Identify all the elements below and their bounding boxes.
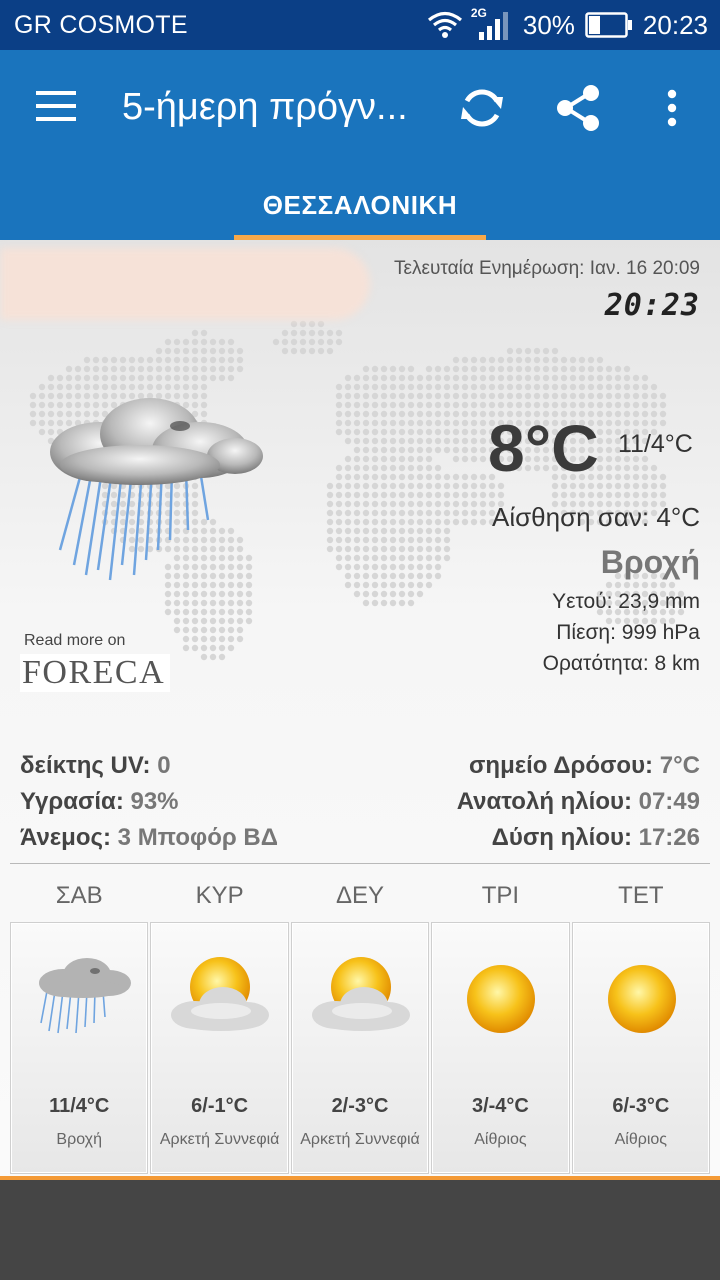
- sunrise-label: Ανατολή ηλίου:: [456, 788, 632, 815]
- visibility: Ορατότητα: 8 km: [542, 652, 700, 675]
- divider: [10, 863, 710, 864]
- forecast-day[interactable]: ΣΑΒ 11/4°C Βροχή: [10, 872, 149, 1174]
- share-button[interactable]: [548, 78, 608, 138]
- day-condition: Αίθριος: [614, 1131, 668, 1148]
- wind: Άνεμος: 3 Μποφόρ ΒΔ: [20, 820, 278, 856]
- day-condition: Αρκετή Συννεφιά: [159, 1131, 280, 1148]
- forecast-day[interactable]: ΔΕΥ 2/-3°C Αρκετή Συννεφιά: [290, 872, 430, 1174]
- rain-cloud-icon: [50, 398, 263, 581]
- refresh-icon: [461, 89, 503, 127]
- precipitation: Υετού: 23,9 mm: [552, 590, 700, 613]
- foreca-logo-text: FORECA: [22, 654, 166, 691]
- humidity: Υγρασία: 93%: [20, 784, 278, 820]
- day-temperature: 6/-1°C: [191, 1095, 249, 1117]
- status-icons: 2G 30% 20:23: [427, 6, 708, 42]
- current-condition: Βροχή: [600, 544, 700, 580]
- humidity-value: 93%: [130, 788, 179, 815]
- day-name: ΤΡΙ: [481, 882, 520, 909]
- day-temperature: 6/-3°C: [612, 1095, 670, 1117]
- forecast-card[interactable]: 3/-4°C Αίθριος: [431, 922, 570, 1174]
- sun-icon: [607, 965, 676, 1033]
- current-clock: 20:23: [604, 288, 700, 323]
- battery-icon: [585, 12, 632, 38]
- day-condition: Βροχή: [56, 1131, 102, 1148]
- wind-value: 3 Μποφόρ ΒΔ: [117, 824, 278, 851]
- foreca-logo: FORECA: [20, 654, 170, 692]
- more-options-button[interactable]: [650, 78, 694, 138]
- dew-value: 7°C: [659, 752, 700, 779]
- forecast-card[interactable]: 6/-1°C Αρκετή Συννεφιά: [150, 922, 289, 1174]
- day-temperature: 3/-4°C: [471, 1095, 529, 1117]
- uv-label: δείκτης UV:: [20, 752, 151, 779]
- stats-right: σημείο Δρόσου: 7°C Ανατολή ηλίου: 07:49 …: [457, 748, 700, 856]
- partly-cloudy-icon: [311, 957, 410, 1031]
- day-condition: Αίθριος: [474, 1131, 527, 1148]
- day-name: ΚΥΡ: [195, 882, 244, 909]
- uv-value: 0: [157, 752, 171, 779]
- dew-label: σημείο Δρόσου:: [468, 752, 654, 779]
- day-temperature: 11/4°C: [49, 1095, 110, 1117]
- wifi-icon: [427, 11, 462, 38]
- sunset-value: 17:26: [638, 824, 700, 851]
- page-title: 5-ήμερη πρόγν...: [122, 86, 408, 128]
- share-icon: [557, 85, 599, 131]
- refresh-button[interactable]: [452, 78, 512, 138]
- day-name: ΔΕΥ: [335, 882, 385, 909]
- status-time: 20:23: [642, 9, 708, 40]
- day-name: ΣΑΒ: [55, 882, 103, 909]
- battery-percent: 30%: [522, 9, 575, 40]
- day-name: ΤΕΤ: [618, 882, 664, 909]
- feels-like: Αίσθηση σαν: 4°C: [492, 502, 700, 532]
- sun-icon: [467, 965, 536, 1033]
- sunrise: Ανατολή ηλίου: 07:49: [457, 784, 700, 820]
- hamburger-menu-icon: [36, 91, 76, 121]
- uv-index: δείκτης UV: 0: [20, 748, 278, 784]
- read-more-text: Read more on: [24, 632, 126, 649]
- app-bar: 5-ήμερη πρόγν... ΘΕΣΣΑΛΟΝΙΚΗ: [0, 50, 720, 240]
- tab-city[interactable]: ΘΕΣΣΑΛΟΝΙΚΗ: [234, 170, 486, 240]
- dew-point: σημείο Δρόσου: 7°C: [457, 748, 700, 784]
- signal-icon: 2G: [471, 6, 513, 42]
- stats-left: δείκτης UV: 0 Υγρασία: 93% Άνεμος: 3 Μπο…: [20, 748, 278, 856]
- last-update-text: Τελευταία Ενημέρωση: Ιαν. 16 20:09: [394, 258, 700, 279]
- wind-label: Άνεμος:: [20, 824, 111, 851]
- menu-button[interactable]: [26, 82, 86, 130]
- status-bar: GR COSMOTE 2G 30% 20:23: [0, 0, 720, 50]
- forecast-card[interactable]: 6/-3°C Αίθριος: [571, 922, 711, 1174]
- forecast-strip: ΣΑΒ 11/4°C Βροχή ΚΥΡ 6/-1°C Αρκετή Συννε…: [10, 872, 711, 1174]
- day-condition: Αρκετή Συννεφιά: [300, 1131, 420, 1148]
- humidity-label: Υγρασία:: [20, 788, 124, 815]
- forecast-card[interactable]: 11/4°C Βροχή: [10, 922, 149, 1174]
- forecast-day[interactable]: ΤΡΙ 3/-4°C Αίθριος: [431, 872, 570, 1174]
- forecast-day[interactable]: ΚΥΡ 6/-1°C Αρκετή Συννεφιά: [150, 872, 289, 1174]
- sunset-label: Δύση ηλίου:: [491, 824, 632, 851]
- carrier-name: GR COSMOTE: [14, 11, 188, 39]
- forecast-day[interactable]: ΤΕΤ 6/-3°C Αίθριος: [571, 872, 711, 1174]
- weather-panel: Τελευταία Ενημέρωση: Ιαν. 16 20:09 20:23: [0, 240, 720, 1176]
- sunrise-value: 07:49: [638, 788, 700, 815]
- rain-cloud-icon: [39, 958, 131, 1034]
- pressure: Πίεση: 999 hPa: [556, 621, 700, 644]
- foreca-link[interactable]: Read more on FORECA: [20, 632, 170, 692]
- day-temperature: 2/-3°C: [331, 1095, 389, 1117]
- high-low-temperature: 11/4°C: [618, 430, 693, 458]
- partly-cloudy-icon: [171, 957, 270, 1031]
- redacted-area: [0, 248, 370, 320]
- bottom-accent-line: [0, 1176, 720, 1180]
- current-temperature: 8°C: [488, 411, 599, 485]
- forecast-card[interactable]: 2/-3°C Αρκετή Συννεφιά: [290, 922, 430, 1174]
- sunset: Δύση ηλίου: 17:26: [457, 820, 700, 856]
- more-vert-icon: [667, 89, 677, 127]
